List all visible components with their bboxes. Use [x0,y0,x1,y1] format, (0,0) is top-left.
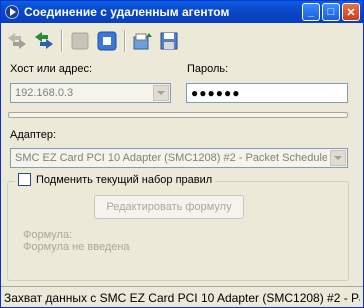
toolbar-separator [61,30,63,52]
password-label: Пароль: [187,63,229,75]
chevron-down-icon[interactable] [153,85,169,101]
agents-icon[interactable] [32,29,56,53]
formula-value: Формула не введена [23,241,130,253]
app-icon [5,5,19,19]
splitter-bar[interactable] [8,112,348,118]
toolbar-separator [124,30,126,52]
save-icon[interactable] [158,29,182,53]
replace-rules-checkbox[interactable] [18,173,31,186]
adapter-combobox[interactable]: SMC EZ Card PCI 10 Adapter (SMC1208) #2 … [10,148,348,168]
replace-rules-label: Подменить текущий набор правил [36,173,213,186]
window-title: Соединение с удаленным агентом [24,5,230,19]
password-field[interactable]: ●●●●●● [186,83,348,103]
chevron-down-icon[interactable] [330,150,346,166]
adapter-value: SMC EZ Card PCI 10 Adapter (SMC1208) #2 … [15,152,327,164]
maximize-button[interactable]: □ [322,3,340,21]
start-icon[interactable] [68,29,92,53]
status-text: Захват данных с SMC EZ Card PCI 10 Adapt… [4,291,360,305]
host-combobox[interactable]: 192.168.0.3 [10,83,171,103]
edit-formula-button[interactable]: Редактировать формулу [94,195,244,219]
title-bar: Соединение с удаленным агентом _ □ ✕ [1,1,363,23]
minimize-button[interactable]: _ [302,3,320,21]
toolbar [5,27,182,55]
connect-arrows-icon[interactable] [5,29,29,53]
formula-label: Формула: [23,229,73,241]
host-label: Хост или адрес: [10,63,93,75]
close-button[interactable]: ✕ [342,3,360,21]
stop-icon[interactable] [95,29,119,53]
replace-rules-checkbox-row[interactable]: Подменить текущий набор правил [15,173,216,186]
connection-dialog: Соединение с удаленным агентом _ □ ✕ Хос… [0,0,364,308]
adapter-label: Адаптер: [10,129,57,141]
host-value: 192.168.0.3 [15,87,74,99]
open-icon[interactable] [131,29,155,53]
status-bar: Захват данных с SMC EZ Card PCI 10 Adapt… [1,286,363,307]
